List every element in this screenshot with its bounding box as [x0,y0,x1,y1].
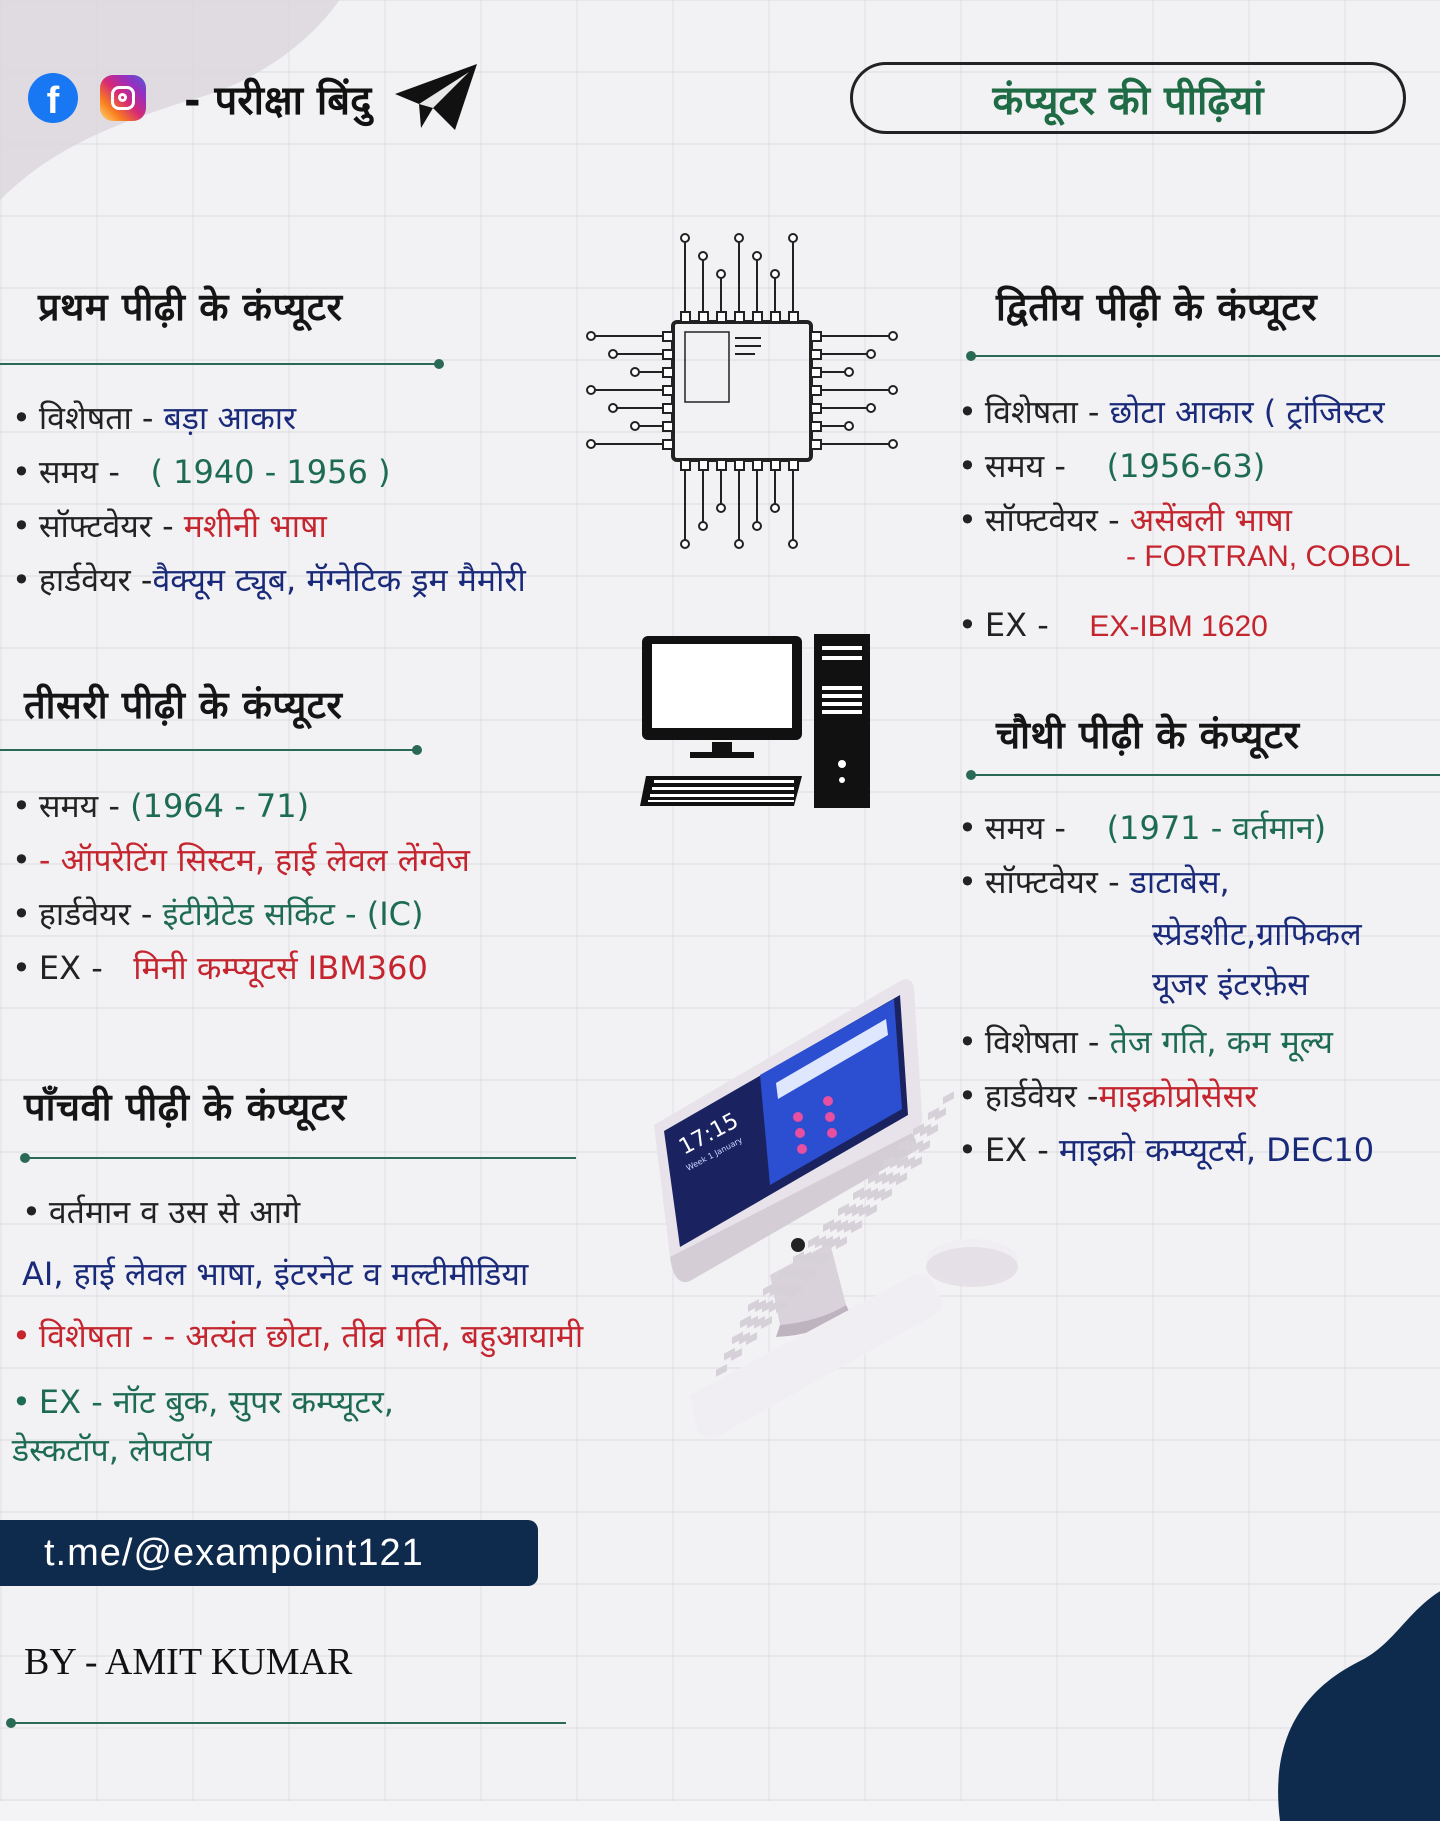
page-title: कंप्यूटर की पीढ़ियां [850,62,1406,134]
gen4-line-2: • सॉफ्टवेयर - डाटाबेस, [958,863,1230,901]
gen4-divider [966,770,1440,780]
gen4-line-1: • समय - (1971 - वर्तमान) [958,809,1327,847]
bottom-right-blob [1278,1591,1440,1821]
gen1-line-3: • सॉफ्टवेयर - मशीनी भाषा [12,507,327,545]
gen3-line-3: • हार्डवेयर - इंटीग्रेटेड सर्किट - (IC) [12,895,424,933]
gen5-line-3: • विशेषता - - अत्यंत छोटा, तीव्र गति, बहु… [12,1317,584,1355]
gen1-heading: प्रथम पीढ़ी के कंप्यूटर [38,285,343,329]
gen1-divider [0,359,444,369]
desktop-pc-icon [640,634,870,808]
author-credit: BY - AMIT KUMAR [24,1641,353,1683]
gen4-heading: चौथी पीढ़ी के कंप्यूटर [996,713,1300,757]
gen5-line-1: • वर्तमान व उस से आगे [22,1193,301,1231]
gen1-line-4: • हार्डवेयर -वैक्यूम ट्यूब, मॅग्नेटिक ड्र… [12,561,526,599]
gen4-line-7: • EX - माइक्रो कम्प्यूटर्स, DEC10 [958,1131,1375,1169]
gen2-line-3: • सॉफ्टवेयर - असेंबली भाषा [958,501,1292,539]
gen3-heading: तीसरी पीढ़ी के कंप्यूटर [24,683,343,727]
brand-name: - परीक्षा बिंदु [184,77,372,124]
gen4-line-3: स्प्रेडशीट,ग्राफिकल [1152,915,1362,953]
gen5-line-2: AI, हाई लेवल भाषा, इंटरनेट व मल्टीमीडिया [22,1255,529,1293]
gen4-line-4: यूजर इंटरफ़ेस [1152,965,1309,1003]
gen5-divider [20,1153,576,1163]
gen5-line-4: • EX - नॉट बुक, सुपर कम्प्यूटर, [12,1383,394,1421]
telegram-link[interactable]: t.me/@exampoint121 [0,1520,538,1586]
gen5-line-5: डेस्कटॉप, लेपटॉप [12,1431,212,1469]
gen3-line-4: • EX - मिनी कम्प्यूटर्स IBM360 [12,949,428,987]
cpu-chip-icon [586,233,898,549]
facebook-icon[interactable]: f [28,73,78,123]
author-divider [6,1718,566,1728]
gen1-line-1: • विशेषता - बड़ा आकार [12,399,297,437]
gen4-line-6: • हार्डवेयर -माइक्रोप्रोसेसर [958,1077,1258,1115]
brand-bar: f - परीक्षा बिंदु [28,62,481,134]
gen4-line-5: • विशेषता - तेज गति, कम मूल्य [958,1023,1333,1061]
gen3-divider [0,745,422,755]
gen3-line-1: • समय - (1964 - 71) [12,787,310,825]
gen2-heading: द्वितीय पीढ़ी के कंप्यूटर [996,285,1318,329]
gen3-line-2: • - ऑपरेटिंग सिस्टम, हाई लेवल लेंग्वेज [12,841,470,879]
telegram-icon[interactable] [391,62,481,134]
gen2-line-5: • EX - EX-IBM 1620 [958,606,1268,644]
gen1-line-2: • समय - ( 1940 - 1956 ) [12,453,391,491]
gen2-line-2: • समय - (1956-63) [958,447,1266,485]
gen2-line-1: • विशेषता - छोटा आकार ( ट्रांजिस्टर [958,393,1385,431]
gen2-divider [966,351,1440,361]
gen5-heading: पाँचवी पीढ़ी के कंप्यूटर [24,1085,347,1129]
instagram-icon[interactable] [100,75,146,121]
gen2-line-4: - FORTRAN, COBOL [1126,540,1411,573]
